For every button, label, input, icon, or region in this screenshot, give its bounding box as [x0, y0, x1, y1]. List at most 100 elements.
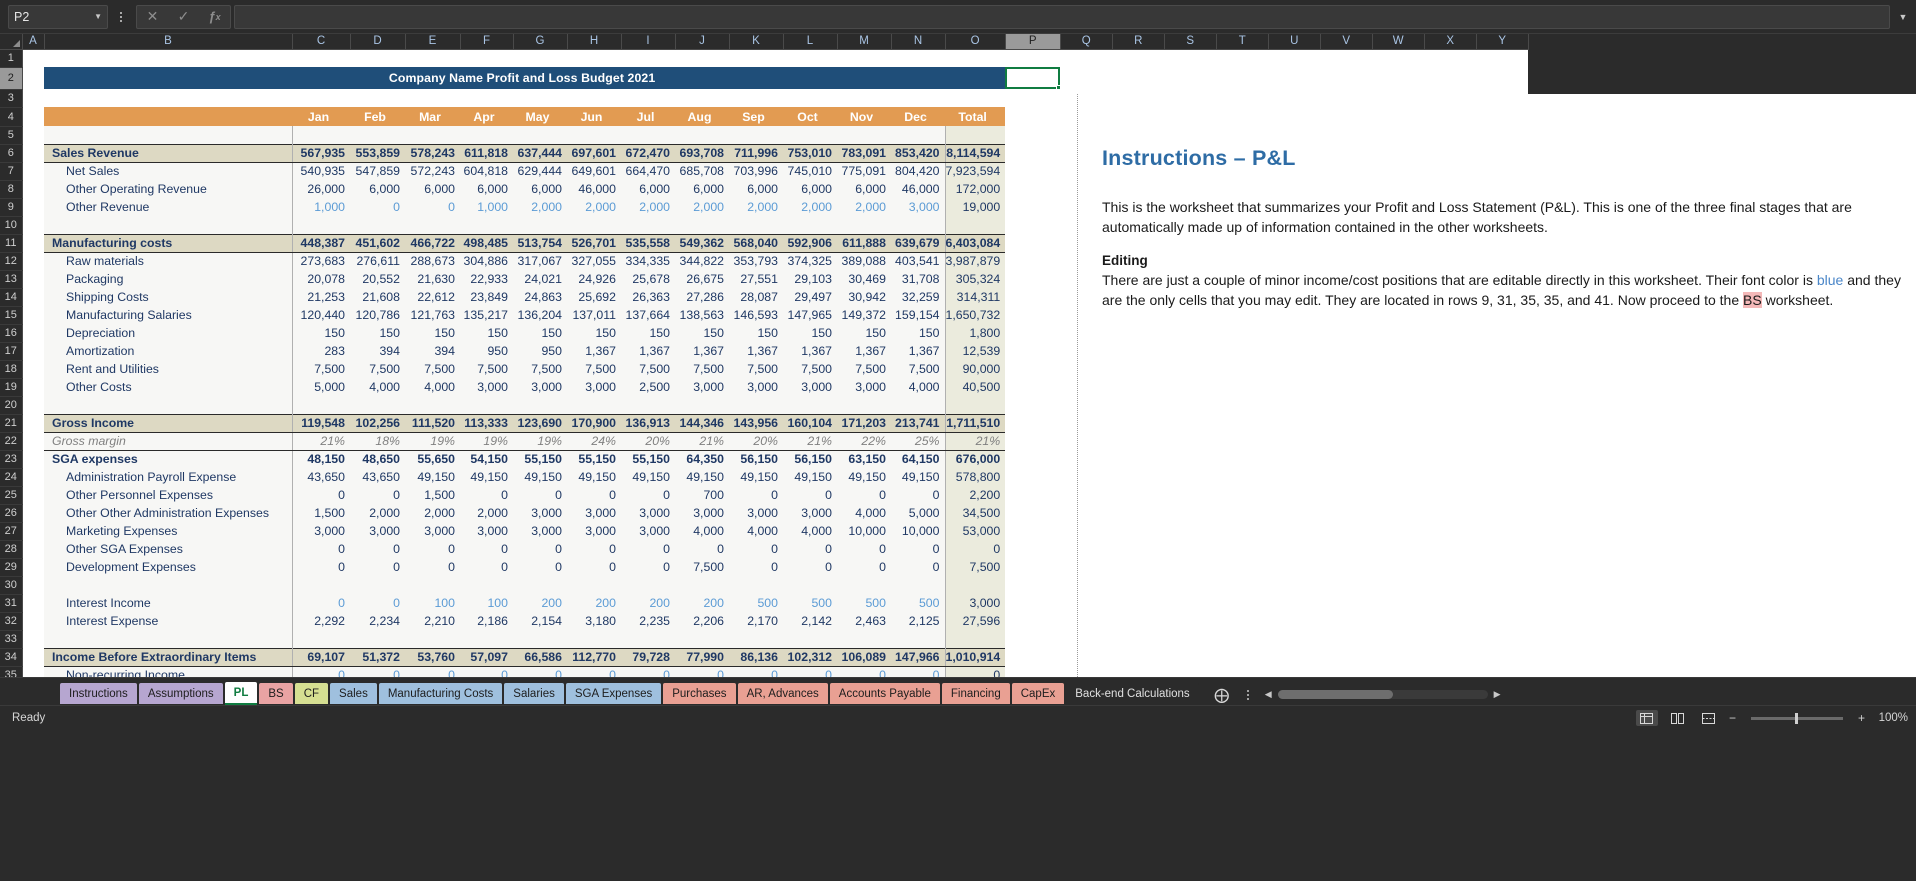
row-label-19[interactable]: Other Costs	[44, 378, 292, 396]
cell-M26[interactable]: 4,000	[837, 504, 891, 522]
row-header-10[interactable]: 10	[0, 216, 23, 235]
cell-H25[interactable]: 0	[567, 486, 621, 504]
cell-C35[interactable]: 0	[291, 666, 350, 677]
cell-F27[interactable]: 3,000	[460, 522, 513, 540]
cell-L6[interactable]: 753,010	[783, 143, 837, 163]
cell-empty[interactable]	[1476, 67, 1529, 89]
cell-H21[interactable]: 170,900	[567, 413, 621, 433]
cell-K6[interactable]: 711,996	[729, 143, 783, 163]
cell-J10[interactable]	[675, 216, 729, 234]
row-header-17[interactable]: 17	[0, 342, 23, 361]
cell-N26[interactable]: 5,000	[891, 504, 945, 522]
cell-S1[interactable]	[1164, 49, 1217, 67]
month-header-Total[interactable]: Total	[945, 107, 1006, 126]
cell-N17[interactable]: 1,367	[891, 342, 945, 360]
cell-N27[interactable]: 10,000	[891, 522, 945, 540]
cell-M10[interactable]	[837, 216, 891, 234]
cell-K34[interactable]: 86,136	[729, 647, 783, 667]
cell-E9[interactable]: 0	[405, 198, 460, 216]
cell-L22[interactable]: 21%	[783, 432, 837, 451]
cell-G23[interactable]: 55,150	[513, 450, 567, 468]
row-label-14[interactable]: Shipping Costs	[44, 288, 292, 306]
cell-J20[interactable]	[675, 396, 729, 414]
cell-empty-23-0[interactable]	[1005, 450, 1061, 468]
cell-J18[interactable]: 7,500	[675, 360, 729, 378]
row-header-8[interactable]: 8	[0, 180, 23, 199]
cell-D24[interactable]: 43,650	[350, 468, 405, 486]
cell-A35[interactable]	[22, 666, 44, 677]
cell-O10[interactable]	[944, 216, 1006, 234]
cell-O8[interactable]: 172,000	[944, 180, 1006, 198]
cell-L32[interactable]: 2,142	[783, 612, 837, 630]
cell-M17[interactable]: 1,367	[837, 342, 891, 360]
sheet-tab-assumptions[interactable]: Assumptions	[138, 683, 223, 704]
column-header-R[interactable]: R	[1112, 34, 1165, 50]
cell-L3[interactable]	[783, 89, 837, 107]
cell-I30[interactable]	[621, 576, 675, 594]
cell-C12[interactable]: 273,683	[291, 252, 350, 270]
cell-E13[interactable]: 21,630	[405, 270, 460, 288]
cell-O29[interactable]: 7,500	[944, 558, 1006, 576]
cell-E30[interactable]	[405, 576, 460, 594]
cell-C34[interactable]: 69,107	[291, 647, 350, 667]
cell-H8[interactable]: 46,000	[567, 180, 621, 198]
cell-J3[interactable]	[675, 89, 729, 107]
cell-H34[interactable]: 112,770	[567, 647, 621, 667]
cell-I12[interactable]: 334,335	[621, 252, 675, 270]
cell-O25[interactable]: 2,200	[944, 486, 1006, 504]
cell-A10[interactable]	[22, 216, 44, 234]
cell-N6[interactable]: 853,420	[891, 143, 945, 163]
cell-G19[interactable]: 3,000	[513, 378, 567, 396]
cell-M27[interactable]: 10,000	[837, 522, 891, 540]
cell-K13[interactable]: 27,551	[729, 270, 783, 288]
cell-N14[interactable]: 32,259	[891, 288, 945, 306]
cell-D16[interactable]: 150	[350, 324, 405, 342]
cell-J9[interactable]: 2,000	[675, 198, 729, 216]
cell-D32[interactable]: 2,234	[350, 612, 405, 630]
cell-C29[interactable]: 0	[291, 558, 350, 576]
cell-A13[interactable]	[22, 270, 44, 288]
cell-A22[interactable]	[22, 432, 44, 450]
cell-N11[interactable]: 639,679	[891, 233, 945, 253]
cell-M12[interactable]: 389,088	[837, 252, 891, 270]
cell-M32[interactable]: 2,463	[837, 612, 891, 630]
cell-A23[interactable]	[22, 450, 44, 468]
cell-G12[interactable]: 317,067	[513, 252, 567, 270]
cell-A2[interactable]	[22, 67, 44, 89]
cell-empty-34-0[interactable]	[1005, 648, 1061, 666]
cell-I11[interactable]: 535,558	[621, 233, 675, 253]
row-label-34[interactable]: Income Before Extraordinary Items	[44, 647, 292, 667]
cell-D9[interactable]: 0	[350, 198, 405, 216]
cell-empty-32-0[interactable]	[1005, 612, 1061, 630]
cell-J27[interactable]: 4,000	[675, 522, 729, 540]
cell-empty-15-0[interactable]	[1005, 306, 1061, 324]
cell-L30[interactable]	[783, 576, 837, 594]
cell-O35[interactable]: 0	[944, 666, 1006, 677]
cell-G3[interactable]	[513, 89, 567, 107]
cell-N13[interactable]: 31,708	[891, 270, 945, 288]
row-label-6[interactable]: Sales Revenue	[44, 143, 292, 163]
cell-L20[interactable]	[783, 396, 837, 414]
cell-N7[interactable]: 804,420	[891, 162, 945, 180]
row-label-24[interactable]: Administration Payroll Expense	[44, 468, 292, 486]
cell-M18[interactable]: 7,500	[837, 360, 891, 378]
sheet-tab-back-end-calculations[interactable]: Back-end Calculations	[1066, 683, 1199, 704]
cell-K5[interactable]	[729, 126, 783, 144]
cell-J1[interactable]	[675, 49, 729, 67]
row-header-14[interactable]: 14	[0, 288, 23, 307]
column-header-B[interactable]: B	[44, 34, 293, 50]
cell-G14[interactable]: 24,863	[513, 288, 567, 306]
cell-A24[interactable]	[22, 468, 44, 486]
cell-D31[interactable]: 0	[350, 594, 405, 612]
cell-M24[interactable]: 49,150	[837, 468, 891, 486]
row-header-22[interactable]: 22	[0, 432, 23, 451]
cell-F23[interactable]: 54,150	[460, 450, 513, 468]
cell-J25[interactable]: 700	[675, 486, 729, 504]
cell-O12[interactable]: 3,987,879	[944, 252, 1006, 270]
cell-I24[interactable]: 49,150	[621, 468, 675, 486]
cell-F34[interactable]: 57,097	[460, 647, 513, 667]
cell-C13[interactable]: 20,078	[291, 270, 350, 288]
cell-M15[interactable]: 149,372	[837, 306, 891, 324]
cell-empty-35-0[interactable]	[1005, 666, 1061, 677]
cell-C18[interactable]: 7,500	[291, 360, 350, 378]
